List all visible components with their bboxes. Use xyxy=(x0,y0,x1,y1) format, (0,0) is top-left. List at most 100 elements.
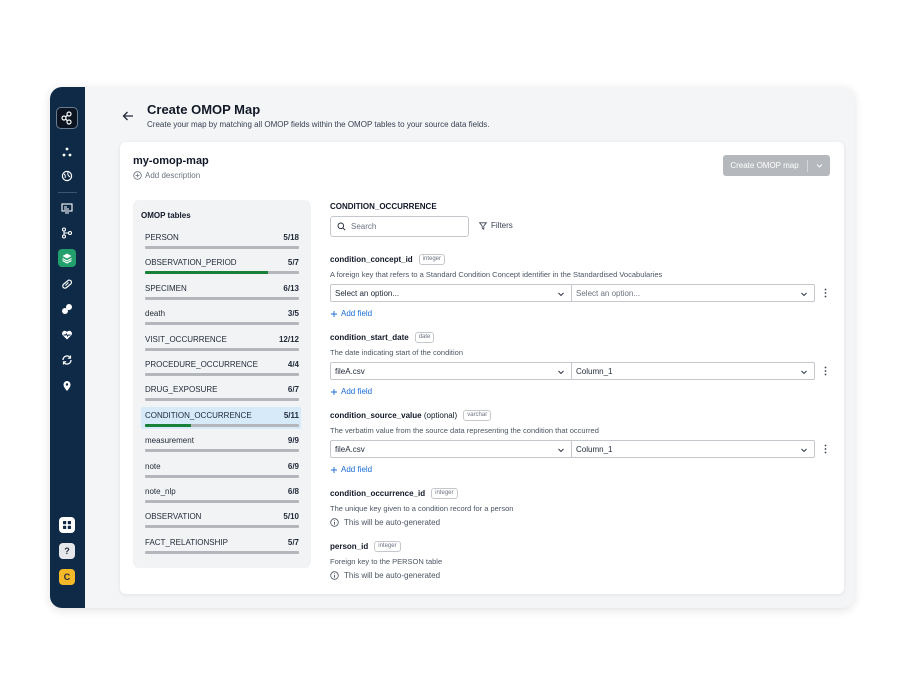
source-column-value: Column_1 xyxy=(576,444,613,454)
table-item[interactable]: note_nlp 6/8 xyxy=(141,483,301,505)
location-pin-icon[interactable] xyxy=(58,377,76,395)
source-column-select[interactable]: Column_1 xyxy=(572,440,815,458)
source-column-select[interactable]: Column_1 xyxy=(572,362,815,380)
heart-icon[interactable] xyxy=(58,326,76,344)
field-description: Foreign key to the PERSON table xyxy=(330,557,443,566)
more-options-icon[interactable] xyxy=(823,443,827,455)
source-column-select[interactable]: Select an option... xyxy=(572,284,815,302)
table-item[interactable]: PERSON 5/18 xyxy=(141,229,301,251)
omop-tables-title: OMOP tables xyxy=(141,211,191,220)
source-column-value: Select an option... xyxy=(576,288,641,298)
pill-icon[interactable] xyxy=(58,275,76,293)
table-item-count: 6/9 xyxy=(287,461,299,471)
table-item-progress xyxy=(145,550,299,554)
apps-grid-icon[interactable] xyxy=(59,517,75,533)
table-item-name: OBSERVATION xyxy=(145,512,202,522)
git-branch-icon[interactable] xyxy=(58,224,76,242)
table-item-progress-fill xyxy=(145,423,192,427)
table-item[interactable]: death 3/5 xyxy=(141,305,301,327)
add-field-button[interactable]: Add field xyxy=(330,465,372,474)
add-field-button[interactable]: Add field xyxy=(330,387,372,396)
table-item-count: 5/7 xyxy=(287,258,299,268)
field-optional-tag: (optional) xyxy=(423,411,458,420)
back-arrow-icon[interactable] xyxy=(121,109,135,123)
table-item[interactable]: note 6/9 xyxy=(141,458,301,480)
field-description: The date indicating start of the conditi… xyxy=(330,348,464,357)
table-item-count: 5/10 xyxy=(283,512,299,522)
table-item[interactable]: CONDITION_OCCURRENCE 5/11 xyxy=(141,406,301,429)
table-item[interactable]: VISIT_OCCURRENCE 12/12 xyxy=(141,331,301,353)
button-divider xyxy=(806,159,808,172)
table-item-name: PROCEDURE_OCCURRENCE xyxy=(145,360,258,369)
field-name: person_id integer xyxy=(330,541,401,552)
table-item-count: 4/4 xyxy=(287,360,299,369)
table-item[interactable]: FACT_RELATIONSHIP 5/7 xyxy=(141,534,301,556)
table-item[interactable]: SPECIMEN 6/13 xyxy=(141,280,301,302)
table-item-progress xyxy=(145,423,299,427)
monitor-icon[interactable] xyxy=(58,199,76,217)
chevron-down-icon xyxy=(816,164,822,168)
info-icon xyxy=(330,571,339,580)
field-type-badge: integer xyxy=(418,254,446,265)
table-item-name: CONDITION_OCCURRENCE xyxy=(145,410,252,420)
map-name[interactable]: my-omop-map xyxy=(133,155,209,167)
more-options-icon[interactable] xyxy=(823,287,827,299)
table-item-progress xyxy=(145,474,299,478)
table-item[interactable]: DRUG_EXPOSURE 6/7 xyxy=(141,381,301,403)
table-item-name: OBSERVATION_PERIOD xyxy=(145,258,237,268)
table-item-name: PERSON xyxy=(145,233,179,242)
table-item[interactable]: PROCEDURE_OCCURRENCE 4/4 xyxy=(141,356,301,378)
add-field-label: Add field xyxy=(341,387,373,396)
field-name: condition_occurrence_id integer xyxy=(330,488,458,499)
table-item-progress-fill xyxy=(145,271,269,275)
add-description-label: Add description xyxy=(145,171,201,180)
chevron-down-icon xyxy=(558,448,564,453)
table-item-name: measurement xyxy=(145,436,194,446)
source-file-select[interactable]: fileA.csv xyxy=(330,362,572,380)
search-input[interactable]: Search xyxy=(330,216,469,237)
add-description-link[interactable]: Add description xyxy=(133,171,200,180)
table-item-progress xyxy=(145,525,299,529)
table-item-progress xyxy=(145,322,299,326)
field-name-text: condition_occurrence_id xyxy=(330,489,426,498)
chevron-down-icon xyxy=(801,448,807,453)
field-name-text: person_id xyxy=(330,542,369,551)
table-item-progress xyxy=(145,347,299,351)
source-file-select[interactable]: fileA.csv xyxy=(330,440,572,458)
map-editor-card: my-omop-map Add description Create OMOP … xyxy=(120,142,844,594)
source-file-select[interactable]: Select an option... xyxy=(330,284,572,302)
filters-button[interactable]: Filters xyxy=(479,221,513,230)
capsules-icon[interactable] xyxy=(58,300,76,318)
page-subtitle: Create your map by matching all OMOP fie… xyxy=(147,120,490,129)
table-item-count: 5/11 xyxy=(283,410,299,420)
field-type-badge: varchar xyxy=(463,410,492,421)
page-title: Create OMOP Map xyxy=(147,102,261,117)
search-placeholder: Search xyxy=(351,222,377,231)
field-description: A foreign key that refers to a Standard … xyxy=(330,270,663,279)
field-type-badge: date xyxy=(414,332,435,343)
field-type-badge: integer xyxy=(431,488,458,499)
table-item-count: 6/7 xyxy=(287,385,299,395)
table-item[interactable]: measurement 9/9 xyxy=(141,432,301,454)
app-logo[interactable] xyxy=(56,107,78,129)
field-name-text: condition_source_value xyxy=(330,411,422,420)
table-item-name: VISIT_OCCURRENCE xyxy=(145,334,227,344)
source-file-value: fileA.csv xyxy=(335,366,365,376)
help-button[interactable]: ? xyxy=(59,543,75,559)
globe-icon[interactable] xyxy=(58,167,76,185)
table-item-name: note_nlp xyxy=(145,487,176,496)
sync-icon[interactable] xyxy=(58,351,76,369)
create-omop-map-button[interactable]: Create OMOP map xyxy=(723,155,830,176)
layers-icon[interactable] xyxy=(58,249,76,267)
table-item[interactable]: OBSERVATION 5/10 xyxy=(141,508,301,530)
add-field-label: Add field xyxy=(341,465,373,474)
more-options-icon[interactable] xyxy=(823,365,827,377)
app-logo-icon xyxy=(61,111,72,125)
table-item[interactable]: OBSERVATION_PERIOD 5/7 xyxy=(141,254,301,276)
filter-icon xyxy=(479,221,487,230)
table-item-count: 3/5 xyxy=(287,309,299,319)
network-icon[interactable] xyxy=(58,143,76,161)
source-column-value: Column_1 xyxy=(576,366,613,376)
add-field-button[interactable]: Add field xyxy=(330,309,372,318)
user-avatar[interactable]: C xyxy=(59,569,75,585)
